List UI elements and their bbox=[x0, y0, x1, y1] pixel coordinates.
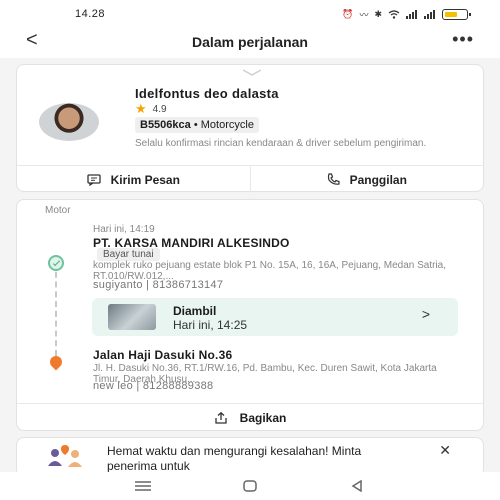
call-label: Panggilan bbox=[349, 172, 407, 187]
share-button[interactable]: Bagikan bbox=[17, 403, 483, 431]
close-icon[interactable]: ✕ bbox=[439, 442, 451, 459]
system-nav-bar bbox=[0, 472, 500, 500]
status-bar: 14.28 ⏰ 〰 ✱ bbox=[0, 0, 500, 26]
page-title: Dalam perjalanan bbox=[192, 34, 308, 50]
proof-photo-thumbnail[interactable] bbox=[108, 304, 156, 330]
promo-text: Hemat waktu dan mengurangi kesalahan! Mi… bbox=[107, 444, 362, 473]
promo-card: Hemat waktu dan mengurangi kesalahan! Mi… bbox=[16, 437, 484, 477]
vehicle-type: Motorcycle bbox=[200, 119, 254, 131]
recent-apps-button[interactable] bbox=[128, 476, 158, 496]
more-options-button[interactable]: ••• bbox=[452, 29, 474, 50]
dropoff-name: Jalan Haji Dasuki No.36 bbox=[93, 348, 233, 362]
status-icons: ⏰ 〰 ✱ bbox=[342, 8, 471, 21]
pickup-status-card[interactable]: Diambil Hari ini, 14:25 > bbox=[92, 298, 458, 336]
trip-card: Motor Hari ini, 14:19 PT. KARSA MANDIRI … bbox=[16, 199, 484, 431]
back-nav-button[interactable] bbox=[342, 476, 372, 496]
dropoff-pin-icon bbox=[47, 353, 65, 371]
message-icon bbox=[86, 173, 101, 186]
pickup-contact: sugiyanto | 81386713147 bbox=[93, 279, 224, 291]
bluetooth-icon: ✱ bbox=[374, 9, 382, 19]
separator-dot: • bbox=[193, 119, 201, 131]
confirm-note: Selalu konfirmasi rincian kendaraan & dr… bbox=[135, 138, 427, 149]
phone-icon bbox=[327, 173, 340, 185]
signal-icon-2 bbox=[424, 10, 435, 19]
pickup-time: Hari ini, 14:19 bbox=[93, 224, 155, 235]
status-time: 14.28 bbox=[75, 8, 106, 20]
menu-lines-icon bbox=[135, 481, 152, 491]
driver-rating: ★ 4.9 bbox=[135, 101, 167, 117]
driver-card: Idelfontus deo dalasta ★ 4.9 B5506kca • … bbox=[16, 64, 484, 193]
driver-name: Idelfontus deo dalasta bbox=[135, 86, 279, 101]
share-label: Bagikan bbox=[239, 410, 287, 425]
home-square-icon bbox=[243, 480, 257, 492]
signal-icon bbox=[406, 10, 417, 19]
battery-icon bbox=[442, 9, 471, 20]
dropoff-contact: new leo | 81288889388 bbox=[93, 380, 214, 392]
driver-avatar bbox=[39, 103, 99, 141]
alarm-icon: ⏰ bbox=[342, 9, 354, 19]
call-button[interactable]: Panggilan bbox=[249, 166, 484, 193]
status-time: Hari ini, 14:25 bbox=[173, 318, 248, 332]
chevron-right-icon[interactable]: > bbox=[422, 306, 430, 322]
driver-actions: Kirim Pesan Panggilan bbox=[17, 165, 483, 193]
route-line bbox=[55, 262, 57, 356]
send-message-button[interactable]: Kirim Pesan bbox=[17, 166, 250, 193]
rating-value: 4.9 bbox=[152, 103, 167, 115]
plate-number: B5506kca bbox=[140, 119, 191, 131]
star-icon: ★ bbox=[135, 101, 147, 116]
people-location-icon bbox=[48, 445, 82, 467]
app-bar: < Dalam perjalanan ••• bbox=[0, 26, 500, 58]
send-message-label: Kirim Pesan bbox=[110, 172, 180, 187]
back-triangle-icon bbox=[351, 480, 362, 492]
wifi-icon bbox=[388, 10, 400, 19]
vehicle-badge: B5506kca • Motorcycle bbox=[135, 117, 259, 133]
status-title: Diambil bbox=[173, 304, 217, 318]
home-button[interactable] bbox=[235, 476, 265, 496]
collapse-handle-icon[interactable] bbox=[241, 69, 263, 77]
share-icon bbox=[215, 411, 227, 424]
service-label: Motor bbox=[45, 205, 71, 216]
pickup-check-icon bbox=[48, 255, 64, 271]
vibrate-icon: 〰 bbox=[359, 10, 369, 20]
